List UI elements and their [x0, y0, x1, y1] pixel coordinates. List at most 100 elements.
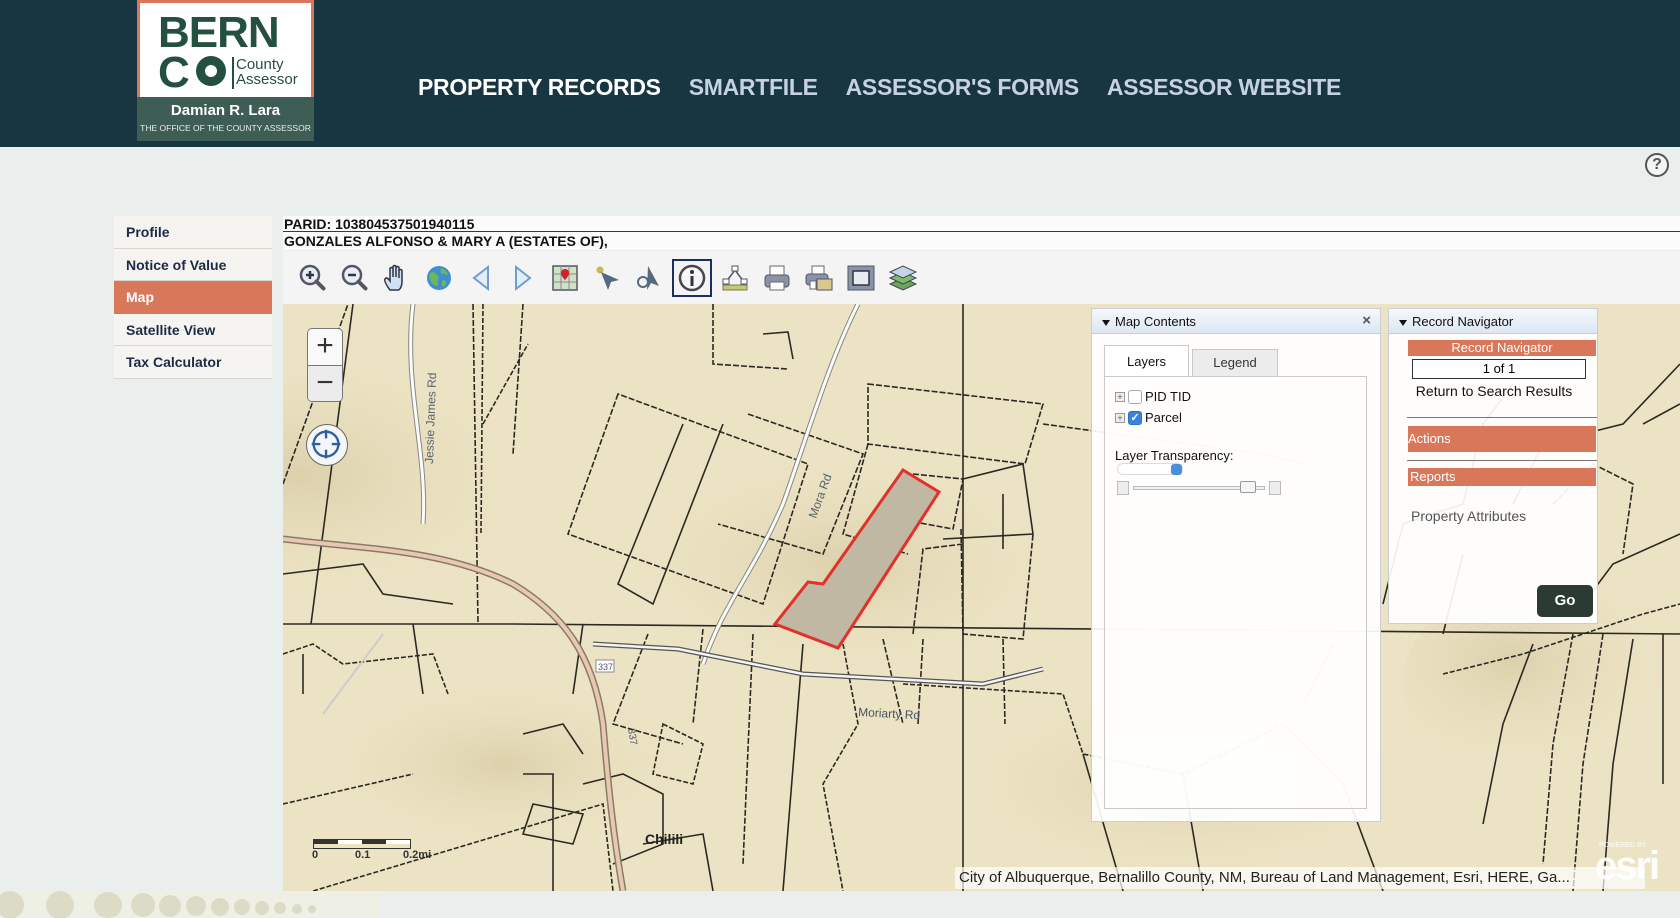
layers-tab-body: + PID TID + ✓ Parcel Layer Transparency:	[1104, 376, 1367, 809]
clear-selection-icon	[637, 265, 659, 290]
tab-legend[interactable]: Legend	[1192, 349, 1278, 377]
locate-button[interactable]	[306, 424, 348, 466]
sidebar-item-satellite-view[interactable]: Satellite View	[114, 313, 272, 346]
full-extent-tool[interactable]	[418, 259, 460, 297]
sidebar-item-profile[interactable]: Profile	[114, 216, 272, 249]
slider-left-arrow[interactable]	[1117, 481, 1129, 495]
actions-section[interactable]: Actions	[1408, 426, 1596, 452]
layer-checkbox-parcel[interactable]: ✓	[1128, 410, 1142, 425]
map-attribution[interactable]: City of Albuquerque, Bernalillo County, …	[955, 867, 1645, 889]
identify-tool[interactable]	[672, 258, 712, 297]
zoom-in-tool[interactable]	[292, 259, 334, 297]
assessor-office: THE OFFICE OF THE COUNTY ASSESSOR	[140, 123, 311, 133]
help-icon[interactable]: ?	[1645, 153, 1669, 177]
record-navigator-panel: Record Navigator Record Navigator 1 of 1…	[1388, 308, 1598, 624]
layer-select-dropdown[interactable]	[1117, 463, 1183, 475]
pan-tool[interactable]	[376, 259, 418, 297]
logo-county-assessor: County Assessor	[236, 56, 298, 88]
go-button[interactable]: Go	[1537, 585, 1593, 617]
map-zoom-in-button[interactable]: +	[308, 329, 342, 365]
record-navigator-header[interactable]: Record Navigator	[1389, 309, 1597, 334]
owner-name: GONZALES ALFONSO & MARY A (ESTATES OF),	[284, 233, 608, 249]
previous-extent-tool[interactable]	[460, 259, 502, 297]
scale-bar	[313, 839, 411, 849]
close-icon[interactable]: ×	[1362, 312, 1371, 329]
layer-label: PID TID	[1145, 389, 1191, 404]
sidebar-item-tax-calculator[interactable]: Tax Calculator	[114, 346, 272, 379]
print-map-tool[interactable]	[798, 259, 840, 297]
return-to-search-results-link[interactable]: Return to Search Results	[1389, 383, 1599, 399]
route-337-shield: 337	[598, 662, 613, 672]
sidebar-item-map[interactable]: Map	[114, 281, 272, 314]
site-header: BERN C County Assessor Damian R. Lara TH…	[0, 0, 1680, 147]
nav-assessor-website[interactable]: ASSESSOR WEBSITE	[1107, 74, 1341, 101]
footer-decoration	[0, 891, 380, 918]
spinner-arrows-icon	[1171, 464, 1182, 475]
esri-logo[interactable]: esri	[1595, 844, 1660, 889]
slider-right-arrow[interactable]	[1269, 481, 1281, 495]
previous-extent-icon	[472, 264, 489, 291]
clear-selection-tool[interactable]	[628, 259, 670, 297]
zoom-out-icon	[341, 264, 368, 290]
layers-tool[interactable]	[882, 259, 924, 297]
scale-label-0: 0	[312, 849, 319, 861]
expand-plus-icon[interactable]: +	[1115, 391, 1125, 402]
next-extent-icon	[515, 264, 532, 291]
identify-info-icon	[678, 264, 706, 291]
transparency-slider[interactable]	[1117, 481, 1281, 495]
report-option-property-attributes[interactable]: Property Attributes	[1411, 508, 1526, 524]
tab-layers[interactable]: Layers	[1104, 345, 1189, 377]
logo-bern-text: BERN	[158, 8, 280, 57]
collapse-triangle-icon	[1399, 319, 1407, 326]
bernco-assessor-logo[interactable]: BERN C County Assessor Damian R. Lara TH…	[137, 0, 314, 141]
map-zoom-control: + −	[307, 328, 343, 402]
next-extent-tool[interactable]	[502, 259, 544, 297]
zoom-out-tool[interactable]	[334, 259, 376, 297]
record-count: 1 of 1	[1412, 359, 1586, 379]
measure-tool[interactable]	[714, 259, 756, 297]
layer-label: Parcel	[1145, 410, 1182, 425]
reports-section[interactable]: Reports	[1408, 468, 1596, 486]
map-contents-title: Map Contents	[1115, 314, 1196, 329]
main-nav: PROPERTY RECORDS SMARTFILE ASSESSOR'S FO…	[418, 74, 1341, 101]
map-view[interactable]: Jessie James Rd Mora Rd Moriarty Rd 337 …	[283, 304, 1680, 891]
record-navigator-section: Record Navigator	[1408, 340, 1596, 356]
full-screen-tool[interactable]	[840, 259, 882, 297]
layers-icon	[888, 264, 918, 291]
logo-co-text: C	[158, 48, 190, 97]
expand-plus-icon[interactable]: +	[1115, 412, 1125, 423]
print-tool[interactable]	[756, 259, 798, 297]
locate-parcel-map-icon	[552, 264, 578, 291]
zoom-in-icon	[299, 264, 326, 290]
print-map-icon	[805, 265, 833, 290]
scale-label-0-2: 0.2mi	[403, 849, 432, 861]
record-navigator-title: Record Navigator	[1412, 314, 1514, 329]
full-extent-globe-icon	[427, 265, 451, 290]
layer-row-pid-tid: + PID TID	[1115, 389, 1191, 404]
select-tool[interactable]	[586, 259, 628, 297]
parcel-id: PARID: 103804537501940115	[283, 216, 1680, 232]
map-contents-header[interactable]: Map Contents ×	[1092, 309, 1380, 334]
nav-assessors-forms[interactable]: ASSESSOR'S FORMS	[846, 74, 1080, 101]
sidebar: Profile Notice of Value Map Satellite Vi…	[114, 216, 272, 379]
sidebar-item-notice-of-value[interactable]: Notice of Value	[114, 248, 272, 281]
nav-smartfile[interactable]: SMARTFILE	[689, 74, 818, 101]
map-zoom-out-button[interactable]: −	[308, 365, 342, 401]
print-icon	[764, 265, 790, 290]
layer-checkbox-pid-tid[interactable]	[1128, 389, 1142, 404]
map-contents-panel: Map Contents × Layers Legend + PID TID +…	[1091, 308, 1381, 822]
slider-thumb[interactable]	[1239, 481, 1256, 493]
assessor-name: Damian R. Lara	[170, 102, 281, 119]
zia-sun-icon	[196, 56, 226, 86]
parcel-header: PARID: 103804537501940115 GONZALES ALFON…	[283, 216, 1680, 250]
nav-property-records[interactable]: PROPERTY RECORDS	[418, 74, 661, 101]
select-pointer-icon	[596, 266, 619, 290]
scale-label-0-1: 0.1	[355, 849, 371, 861]
layer-transparency-label: Layer Transparency:	[1115, 448, 1234, 463]
full-screen-icon	[847, 265, 875, 290]
collapse-triangle-icon	[1102, 319, 1110, 326]
locate-parcel-tool[interactable]	[544, 259, 586, 297]
map-contents-tabs: Layers Legend	[1104, 345, 1278, 377]
measure-icon	[722, 265, 748, 290]
layer-row-parcel: + ✓ Parcel	[1115, 410, 1182, 425]
